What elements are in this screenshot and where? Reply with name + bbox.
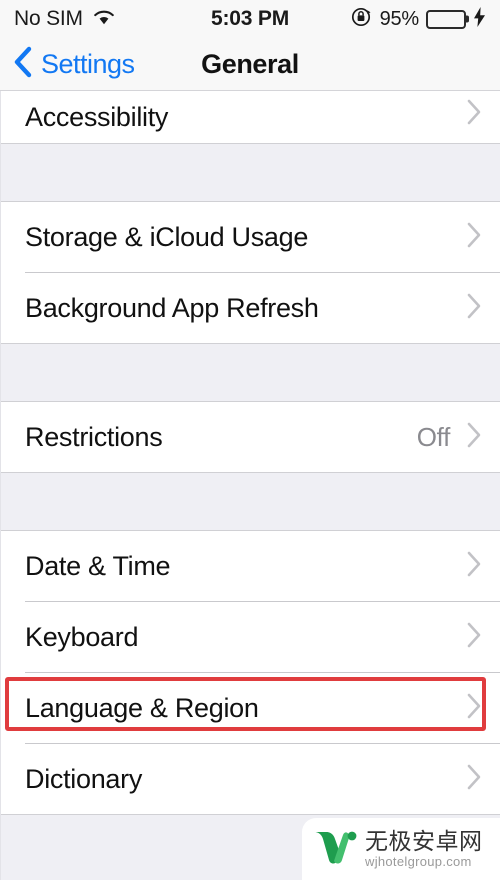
carrier-label: No SIM bbox=[14, 7, 83, 30]
watermark: 无极安卓网 wjhotelgroup.com bbox=[302, 818, 500, 880]
accessibility-section: Accessibility bbox=[1, 91, 500, 144]
list-item-language-region[interactable]: Language & Region bbox=[1, 673, 500, 743]
locale-section: Date & Time Keyboard Language & Region Dict… bbox=[1, 530, 500, 815]
rotation-lock-icon bbox=[351, 6, 373, 33]
list-item-label: Date & Time bbox=[25, 550, 171, 581]
list-item-label: Dictionary bbox=[25, 763, 143, 794]
section-gap bbox=[1, 473, 500, 530]
section-gap bbox=[1, 144, 500, 201]
chevron-right-icon bbox=[464, 690, 484, 727]
chevron-right-icon bbox=[464, 96, 484, 133]
section-gap bbox=[1, 344, 500, 401]
chevron-right-icon bbox=[464, 761, 484, 798]
chevron-right-icon bbox=[464, 219, 484, 256]
chevron-left-icon bbox=[10, 45, 36, 84]
list-item-label: Background App Refresh bbox=[25, 292, 319, 323]
restrictions-section: Restrictions Off bbox=[1, 401, 500, 473]
list-item-value: Off bbox=[416, 421, 451, 452]
list-item-label: Accessibility bbox=[25, 102, 169, 132]
chevron-right-icon bbox=[464, 419, 484, 456]
chevron-right-icon bbox=[464, 619, 484, 656]
status-bar: No SIM 5:03 PM 95% bbox=[0, 0, 500, 38]
list-item-label: Storage & iCloud Usage bbox=[25, 221, 309, 252]
list-item-background-app-refresh[interactable]: Background App Refresh bbox=[1, 273, 500, 343]
watermark-site-url: wjhotelgroup.com bbox=[365, 853, 472, 869]
chevron-right-icon bbox=[464, 290, 484, 327]
back-button-label: Settings bbox=[41, 48, 135, 79]
wifi-icon bbox=[92, 8, 116, 31]
list-item-dictionary[interactable]: Dictionary bbox=[1, 744, 500, 814]
lightning-bolt-icon bbox=[473, 6, 486, 32]
navigation-bar: Settings General bbox=[0, 38, 500, 91]
list-item-keyboard[interactable]: Keyboard bbox=[1, 602, 500, 672]
back-button[interactable]: Settings bbox=[0, 45, 135, 84]
battery-icon bbox=[426, 9, 466, 29]
list-item-restrictions[interactable]: Restrictions Off bbox=[1, 402, 500, 472]
list-item-label: Keyboard bbox=[25, 621, 139, 652]
chevron-right-icon bbox=[464, 548, 484, 585]
storage-section: Storage & iCloud Usage Background App Ref… bbox=[1, 201, 500, 344]
battery-percent-label: 95% bbox=[379, 7, 420, 30]
settings-list[interactable]: Accessibility Storage & iCloud Usage Backg… bbox=[0, 91, 500, 880]
list-item-label: Language & Region bbox=[25, 692, 259, 723]
list-item-storage-icloud-usage[interactable]: Storage & iCloud Usage bbox=[1, 202, 500, 272]
watermark-text: 无极安卓网 wjhotelgroup.com bbox=[365, 828, 483, 869]
list-item-date-time[interactable]: Date & Time bbox=[1, 531, 500, 601]
status-bar-left: No SIM bbox=[14, 7, 116, 31]
watermark-site-name: 无极安卓网 bbox=[365, 828, 483, 855]
iphone-screen: No SIM 5:03 PM 95% Settings General Acce… bbox=[0, 0, 500, 880]
list-item-accessibility[interactable]: Accessibility bbox=[1, 91, 500, 143]
status-bar-right: 95% bbox=[351, 6, 486, 33]
w-logo-icon bbox=[312, 827, 358, 872]
list-item-label: Restrictions bbox=[25, 421, 163, 452]
